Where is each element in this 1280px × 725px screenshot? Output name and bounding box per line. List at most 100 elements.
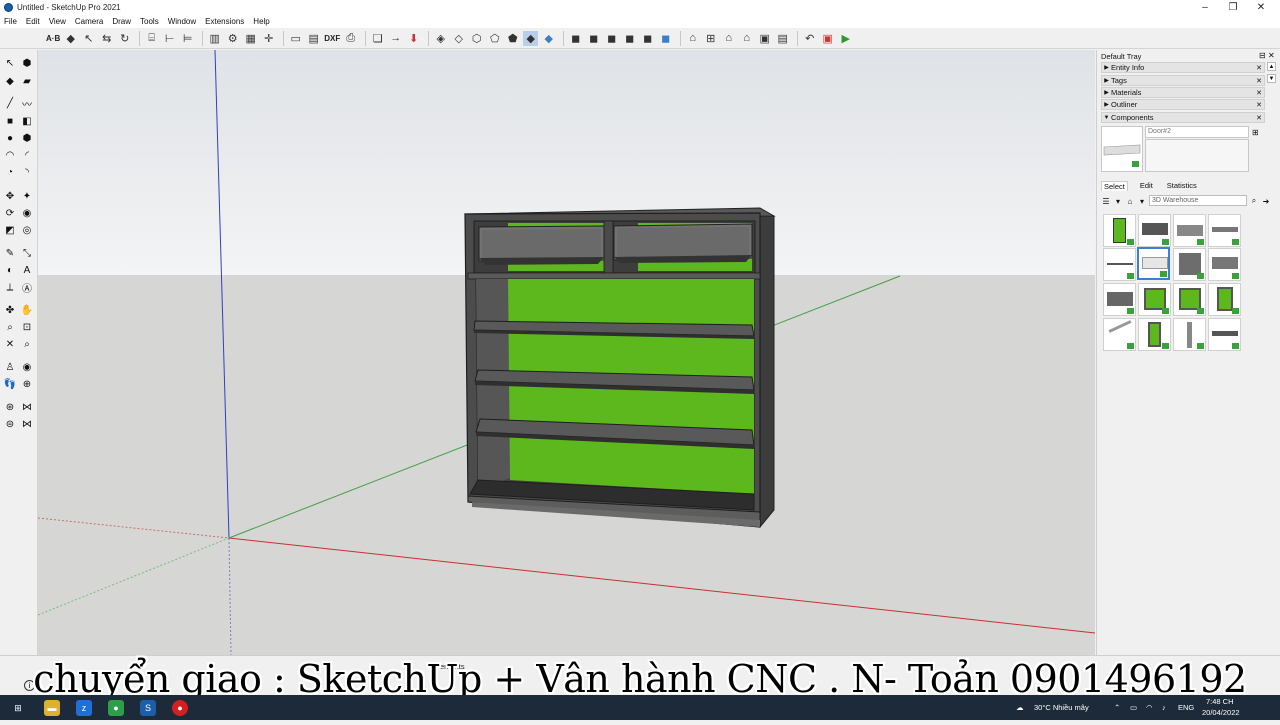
menu-window[interactable]: Window <box>168 17 196 26</box>
home-icon[interactable]: ⌂ <box>721 31 736 46</box>
component-thumbnail[interactable] <box>1208 248 1241 281</box>
model-viewport[interactable] <box>38 50 1095 655</box>
left-view-icon[interactable]: ◼ <box>658 31 673 46</box>
position-camera-tool-icon[interactable]: ♙ <box>3 360 17 374</box>
rotate-tool-icon[interactable]: ⟳ <box>3 206 17 220</box>
clock-date[interactable]: 20/04/2022 <box>1202 700 1240 725</box>
zoom-search-tool-icon[interactable]: ⌕ <box>20 337 34 351</box>
style-wireframe-icon[interactable]: ◇ <box>451 31 466 46</box>
warehouse-get-tool-icon[interactable]: ⊛ <box>3 400 17 414</box>
style-shaded-icon[interactable]: ⬠ <box>487 31 502 46</box>
style-xray-icon[interactable]: ◈ <box>433 31 448 46</box>
push-pull-tool-icon[interactable]: ✦ <box>20 189 34 203</box>
sketchup-icon[interactable]: S <box>140 700 156 716</box>
style-textured-icon[interactable]: ⬟ <box>505 31 520 46</box>
component-thumbnail[interactable] <box>1138 214 1171 247</box>
menu-extensions[interactable]: Extensions <box>205 17 244 26</box>
extension-tool-icon[interactable]: ⋈ <box>20 417 34 431</box>
component-thumbnail[interactable] <box>1103 248 1136 281</box>
component-thumbnail[interactable] <box>1103 283 1136 316</box>
wifi-icon[interactable]: ◠ <box>1146 695 1153 720</box>
menu-file[interactable]: File <box>4 17 17 26</box>
section-tool-icon[interactable]: ⊕ <box>20 377 34 391</box>
freehand-tool-icon[interactable]: 〰 <box>20 96 34 111</box>
menu-camera[interactable]: Camera <box>75 17 103 26</box>
warehouse-search-input[interactable]: 3D Warehouse <box>1149 195 1247 206</box>
layers-tool-icon[interactable]: ⊜ <box>3 417 17 431</box>
front-view-icon[interactable]: ◼ <box>604 31 619 46</box>
menu-tools[interactable]: Tools <box>140 17 159 26</box>
iso-view-icon[interactable]: ◼ <box>568 31 583 46</box>
component-name-field[interactable]: Door#2 <box>1145 126 1249 138</box>
top-view-icon[interactable]: ◼ <box>586 31 601 46</box>
orbit-tool-icon[interactable]: ✤ <box>3 303 17 317</box>
style-monochrome-icon[interactable]: ◆ <box>523 30 539 46</box>
line-tool-icon[interactable]: ╱ <box>3 96 17 110</box>
component-thumbnail[interactable] <box>1173 248 1206 281</box>
circle-tool-icon[interactable]: ● <box>3 131 17 145</box>
volume-icon[interactable]: ♪ <box>1162 695 1166 720</box>
close-button[interactable]: ✕ <box>1248 0 1274 15</box>
scroll-up-icon[interactable]: ▲ <box>1267 62 1276 71</box>
eraser-tool-icon[interactable]: ▰ <box>20 74 34 88</box>
component-icon[interactable]: ❏ <box>370 31 385 46</box>
panel-components[interactable]: ▼ Components ✕ <box>1101 112 1265 123</box>
close-icon[interactable]: ✕ <box>1256 114 1262 122</box>
dxf-export-button[interactable]: DXF <box>324 34 340 43</box>
home-icon[interactable]: ⌂ <box>1125 196 1135 206</box>
select-arrow-icon[interactable]: ↖ <box>81 31 96 46</box>
panel-materials[interactable]: ▶ Materials ✕ <box>1101 87 1265 98</box>
zoom-extents-tool-icon[interactable]: ✕ <box>3 337 17 351</box>
push-down-icon[interactable]: ⬇ <box>406 31 421 46</box>
rotated-rect-tool-icon[interactable]: ◧ <box>20 114 34 128</box>
axes-tool-icon[interactable]: ⟂ <box>3 280 17 294</box>
polygon-tool-icon[interactable]: ⬢ <box>20 131 34 145</box>
menu-help[interactable]: Help <box>253 17 269 26</box>
show-hidden-icon[interactable]: ⌃ <box>1114 695 1120 720</box>
zalo-icon[interactable]: z <box>76 700 92 716</box>
component-thumbnail[interactable] <box>1208 214 1241 247</box>
search-icon[interactable]: ⌕ <box>1249 196 1259 206</box>
section-plane-icon[interactable]: ⌸ <box>144 31 159 46</box>
layout-icon[interactable]: ▤ <box>306 31 321 46</box>
navigate-icon[interactable]: ➜ <box>1261 196 1271 206</box>
arc-3pt-tool-icon[interactable]: ◝ <box>20 165 34 179</box>
print-icon[interactable]: ⎙ <box>343 31 358 46</box>
store-icon[interactable]: ▤ <box>775 31 790 46</box>
warehouse-icon[interactable]: ⌂ <box>685 31 700 46</box>
back-view-icon[interactable]: ◼ <box>640 31 655 46</box>
arc-2pt-tool-icon[interactable]: ◜ <box>20 148 34 162</box>
layout-send-icon[interactable]: ▣ <box>820 31 835 46</box>
ab-text-tool-button[interactable]: A·B <box>46 34 60 43</box>
walk-tool-icon[interactable]: 👣 <box>3 377 17 391</box>
component-thumbnail[interactable] <box>1208 283 1241 316</box>
minimize-button[interactable]: – <box>1192 0 1218 15</box>
component-thumbnail[interactable] <box>1138 283 1171 316</box>
menu-edit[interactable]: Edit <box>26 17 40 26</box>
rectangle-tool-icon[interactable]: ■ <box>3 114 17 128</box>
component-thumbnail[interactable] <box>1103 214 1136 247</box>
house-icon[interactable]: ⌂ <box>739 31 754 46</box>
dimension-tool-icon[interactable]: ⤡ <box>20 246 34 260</box>
component-thumbnail[interactable] <box>1208 318 1241 351</box>
tab-select[interactable]: Select <box>1101 181 1128 191</box>
dropdown-icon[interactable]: ▾ <box>1113 196 1123 206</box>
weather-text[interactable]: 30°C Nhiều mây <box>1034 695 1089 720</box>
play-green-icon[interactable]: ▶ <box>838 31 853 46</box>
extension-warehouse-icon[interactable]: ⊞ <box>703 31 718 46</box>
paint-bucket-icon[interactable]: ◆ <box>63 31 78 46</box>
align-icon[interactable]: ⊨ <box>180 31 195 46</box>
maximize-button[interactable]: ❐ <box>1220 0 1246 15</box>
dimension-icon[interactable]: ⊢ <box>162 31 177 46</box>
view-options-icon[interactable]: ☰ <box>1101 196 1111 206</box>
zoom-tool-icon[interactable]: ⌕ <box>3 320 17 334</box>
component-thumbnail[interactable] <box>1138 318 1171 351</box>
shop-icon[interactable]: ▣ <box>757 31 772 46</box>
close-icon[interactable]: ✕ <box>1256 77 1262 85</box>
component-thumbnail[interactable] <box>1173 214 1206 247</box>
tab-edit[interactable]: Edit <box>1138 181 1155 191</box>
cabinet-model[interactable] <box>463 207 776 529</box>
text-tool-icon[interactable]: A <box>20 263 34 277</box>
weather-icon[interactable]: ☁ <box>1016 695 1024 720</box>
protractor-tool-icon[interactable]: ◐ <box>3 263 17 277</box>
